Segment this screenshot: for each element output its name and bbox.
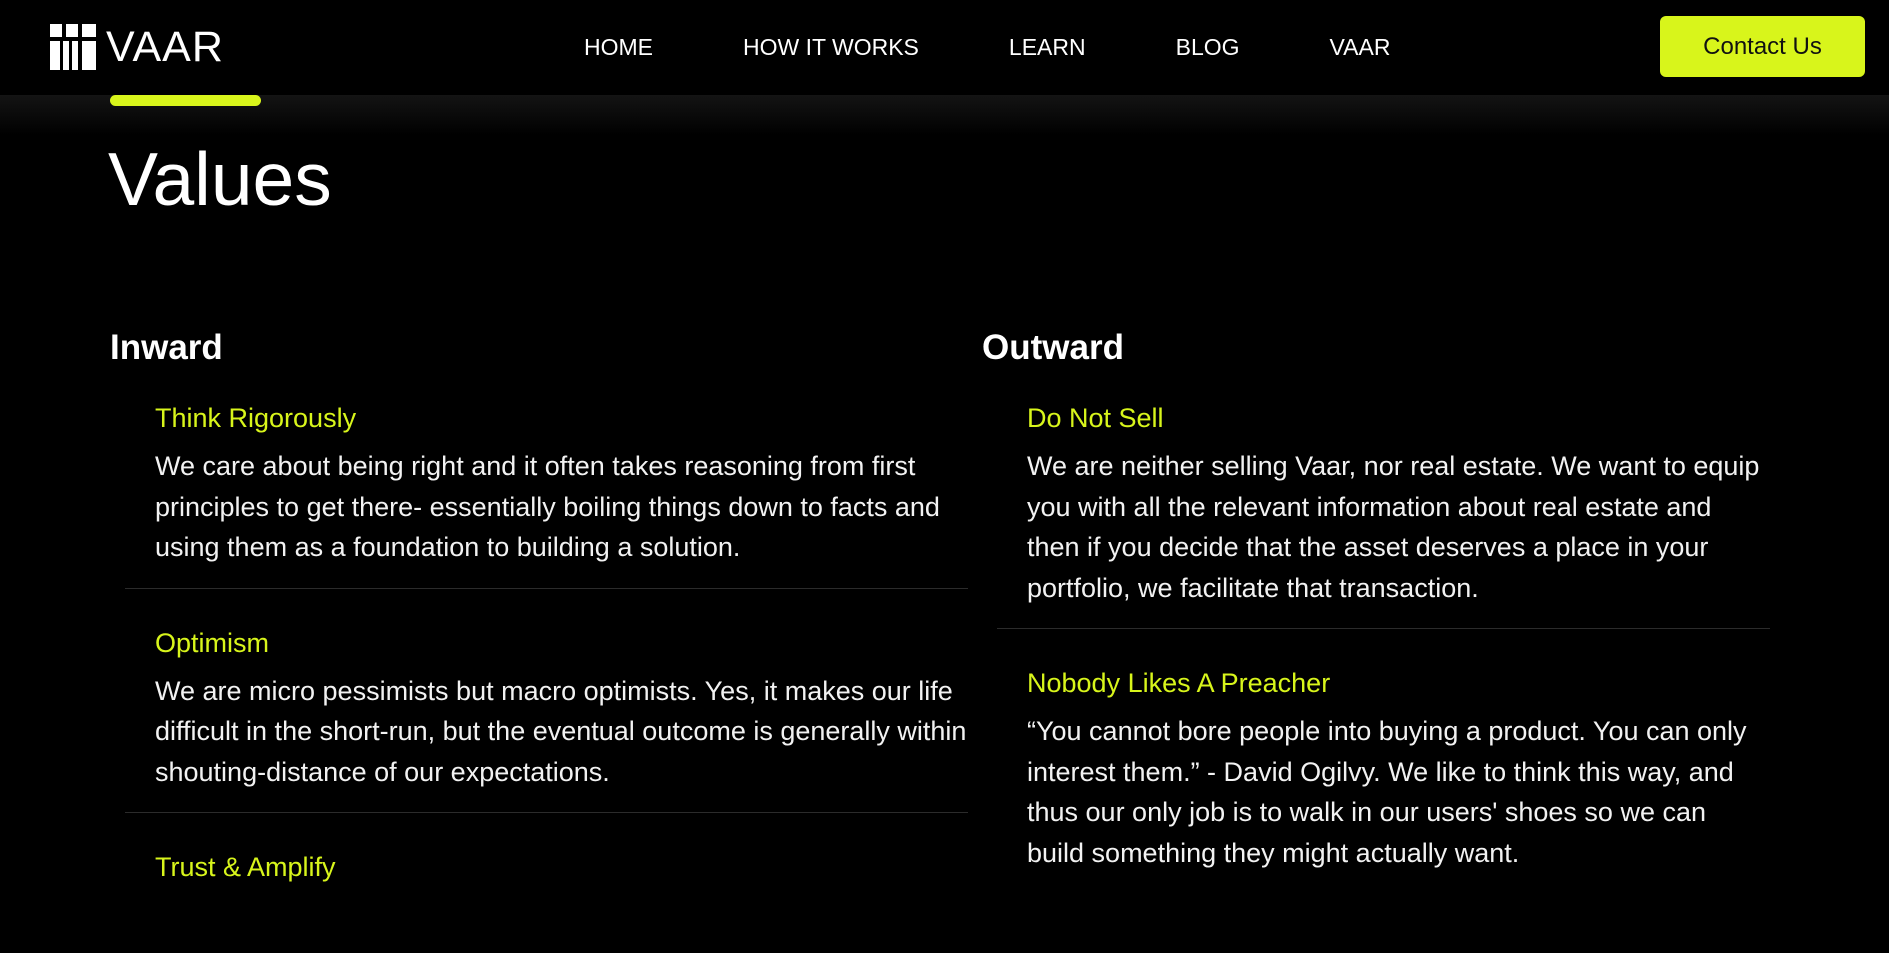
value-title: Do Not Sell	[1027, 403, 1164, 433]
outward-column: Outward Do Not Sell We are neither selli…	[982, 328, 1772, 931]
inward-column: Inward Think Rigorously We care about be…	[110, 328, 970, 953]
page-title: Values	[108, 137, 332, 221]
value-title: Think Rigorously	[155, 403, 357, 433]
title-accent-bar	[110, 95, 261, 106]
value-description: “You cannot bore people into buying a pr…	[1027, 716, 1747, 868]
nav-link-how-it-works[interactable]: HOW IT WORKS	[743, 0, 919, 95]
logo-icon	[50, 24, 96, 70]
nav-shadow	[0, 95, 1889, 135]
nav-link-vaar[interactable]: VAAR	[1330, 0, 1391, 95]
nav-link-blog[interactable]: BLOG	[1176, 0, 1240, 95]
outward-heading: Outward	[982, 328, 1124, 367]
outward-value-list: Do Not Sell We are neither selling Vaar,…	[982, 402, 1772, 893]
value-title: Nobody Likes A Preacher	[1027, 668, 1331, 698]
nav-link-home[interactable]: HOME	[584, 0, 653, 95]
value-item-do-not-sell: Do Not Sell We are neither selling Vaar,…	[997, 402, 1770, 629]
value-title: Optimism	[155, 627, 269, 658]
value-description: We are micro pessimists but macro optimi…	[155, 675, 967, 787]
value-description: We care about being right and it often t…	[155, 451, 940, 562]
value-title: Trust & Amplify	[155, 852, 336, 882]
value-item-think-rigorously: Think Rigorously We care about being rig…	[125, 402, 968, 589]
contact-us-button[interactable]: Contact Us	[1660, 16, 1865, 77]
nav-link-learn[interactable]: LEARN	[1009, 0, 1086, 95]
top-nav: VAAR HOME HOW IT WORKS LEARN BLOG VAAR C…	[0, 0, 1889, 95]
inward-heading: Inward	[110, 328, 223, 367]
inward-value-list: Think Rigorously We care about being rig…	[110, 402, 970, 915]
nav-links: HOME HOW IT WORKS LEARN BLOG VAAR	[584, 0, 1390, 95]
value-item-optimism: Optimism We are micro pessimists but mac…	[125, 627, 968, 813]
value-item-trust-amplify: Trust & Amplify	[125, 851, 968, 915]
value-item-nobody-likes-a-preacher: Nobody Likes A Preacher “You cannot bore…	[997, 667, 1770, 893]
brand-name: VAAR	[106, 23, 224, 71]
brand-logo[interactable]: VAAR	[50, 24, 224, 70]
value-description: We are neither selling Vaar, nor real es…	[1027, 451, 1760, 603]
